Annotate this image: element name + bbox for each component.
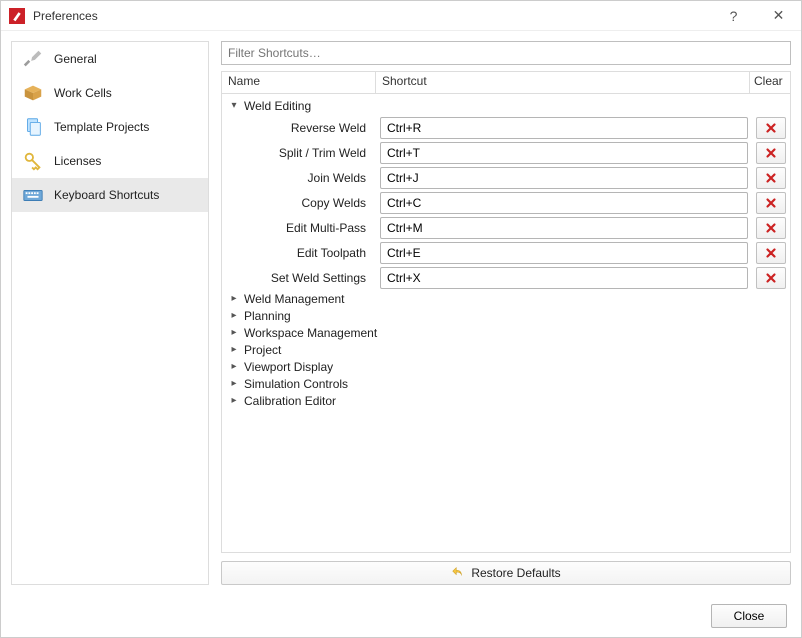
category-toggle[interactable]: ▸ Calibration Editor — [222, 392, 790, 409]
footer: Close — [1, 595, 801, 637]
category-toggle[interactable]: ▸ Planning — [222, 307, 790, 324]
help-button[interactable]: ? — [711, 1, 756, 31]
column-header-clear[interactable]: Clear — [750, 72, 790, 93]
key-icon — [22, 150, 44, 172]
action-name: Edit Multi-Pass — [222, 221, 376, 235]
action-name: Edit Toolpath — [222, 246, 376, 260]
clear-shortcut-button[interactable] — [756, 267, 786, 289]
sidebar-item-general[interactable]: General — [12, 42, 208, 76]
filter-shortcuts-input[interactable] — [221, 41, 791, 65]
clear-shortcut-button[interactable] — [756, 217, 786, 239]
shortcut-input[interactable] — [380, 117, 748, 139]
column-header-name[interactable]: Name — [222, 72, 376, 93]
undo-arrow-icon — [451, 565, 465, 582]
restore-defaults-button[interactable]: Restore Defaults — [221, 561, 791, 585]
category-toggle[interactable]: ▸ Workspace Management — [222, 324, 790, 341]
shortcut-row: Edit Toolpath — [222, 240, 790, 265]
sidebar-item-label: Licenses — [54, 154, 101, 168]
shortcut-row: Join Welds — [222, 165, 790, 190]
shortcut-row: Reverse Weld — [222, 115, 790, 140]
clear-shortcut-button[interactable] — [756, 142, 786, 164]
sidebar-item-label: Keyboard Shortcuts — [54, 188, 159, 202]
clear-shortcut-button[interactable] — [756, 242, 786, 264]
category-toggle[interactable]: ▾ Weld Editing — [222, 96, 790, 115]
keyboard-icon — [22, 184, 44, 206]
shortcut-input[interactable] — [380, 192, 748, 214]
main-panel: Name Shortcut Clear ▾ Weld Editing Rever… — [221, 41, 791, 585]
column-header-shortcut[interactable]: Shortcut — [376, 72, 750, 93]
category-label: Planning — [244, 309, 291, 323]
sidebar-item-shortcuts[interactable]: Keyboard Shortcuts — [12, 178, 208, 212]
category-label: Weld Management — [244, 292, 345, 306]
action-name: Copy Welds — [222, 196, 376, 210]
shortcut-row: Split / Trim Weld — [222, 140, 790, 165]
shortcut-input[interactable] — [380, 242, 748, 264]
shortcut-input[interactable] — [380, 217, 748, 239]
sidebar-item-workcells[interactable]: Work Cells — [12, 76, 208, 110]
preferences-window: Preferences ? ✕ General Work Cells — [0, 0, 802, 638]
box-icon — [22, 82, 44, 104]
category-toggle[interactable]: ▸ Viewport Display — [222, 358, 790, 375]
shortcut-row: Edit Multi-Pass — [222, 215, 790, 240]
grid-header: Name Shortcut Clear — [222, 72, 790, 94]
chevron-right-icon: ▸ — [228, 293, 240, 304]
sidebar-item-templates[interactable]: Template Projects — [12, 110, 208, 144]
category-label: Simulation Controls — [244, 377, 348, 391]
category-label: Workspace Management — [244, 326, 377, 340]
action-name: Split / Trim Weld — [222, 146, 376, 160]
action-name: Set Weld Settings — [222, 271, 376, 285]
window-close-button[interactable]: ✕ — [756, 1, 801, 31]
chevron-right-icon: ▸ — [228, 327, 240, 338]
chevron-right-icon: ▸ — [228, 344, 240, 355]
category-toggle[interactable]: ▸ Weld Management — [222, 290, 790, 307]
chevron-down-icon: ▾ — [228, 100, 240, 111]
shortcut-input[interactable] — [380, 167, 748, 189]
chevron-right-icon: ▸ — [228, 310, 240, 321]
shortcut-input[interactable] — [380, 142, 748, 164]
grid-body: ▾ Weld Editing Reverse Weld Split / Trim… — [222, 94, 790, 552]
chevron-right-icon: ▸ — [228, 378, 240, 389]
app-icon — [9, 8, 25, 24]
category-label: Calibration Editor — [244, 394, 336, 408]
shortcut-row: Set Weld Settings — [222, 265, 790, 290]
category-weld-editing: ▾ Weld Editing Reverse Weld Split / Trim… — [222, 96, 790, 290]
tools-icon — [22, 48, 44, 70]
action-name: Join Welds — [222, 171, 376, 185]
category-toggle[interactable]: ▸ Simulation Controls — [222, 375, 790, 392]
documents-icon — [22, 116, 44, 138]
window-title: Preferences — [33, 9, 98, 23]
chevron-right-icon: ▸ — [228, 395, 240, 406]
restore-defaults-label: Restore Defaults — [471, 566, 560, 580]
action-name: Reverse Weld — [222, 121, 376, 135]
content-area: General Work Cells Template Projects Lic… — [1, 31, 801, 595]
sidebar-item-label: Template Projects — [54, 120, 149, 134]
clear-shortcut-button[interactable] — [756, 192, 786, 214]
sidebar-item-label: General — [54, 52, 97, 66]
sidebar-item-licenses[interactable]: Licenses — [12, 144, 208, 178]
chevron-right-icon: ▸ — [228, 361, 240, 372]
category-toggle[interactable]: ▸ Project — [222, 341, 790, 358]
clear-shortcut-button[interactable] — [756, 117, 786, 139]
category-label: Weld Editing — [244, 99, 311, 113]
shortcut-input[interactable] — [380, 267, 748, 289]
titlebar: Preferences ? ✕ — [1, 1, 801, 31]
sidebar: General Work Cells Template Projects Lic… — [11, 41, 209, 585]
shortcut-row: Copy Welds — [222, 190, 790, 215]
sidebar-item-label: Work Cells — [54, 86, 112, 100]
clear-shortcut-button[interactable] — [756, 167, 786, 189]
category-label: Project — [244, 343, 281, 357]
category-label: Viewport Display — [244, 360, 333, 374]
close-button[interactable]: Close — [711, 604, 787, 628]
shortcuts-grid: Name Shortcut Clear ▾ Weld Editing Rever… — [221, 71, 791, 553]
